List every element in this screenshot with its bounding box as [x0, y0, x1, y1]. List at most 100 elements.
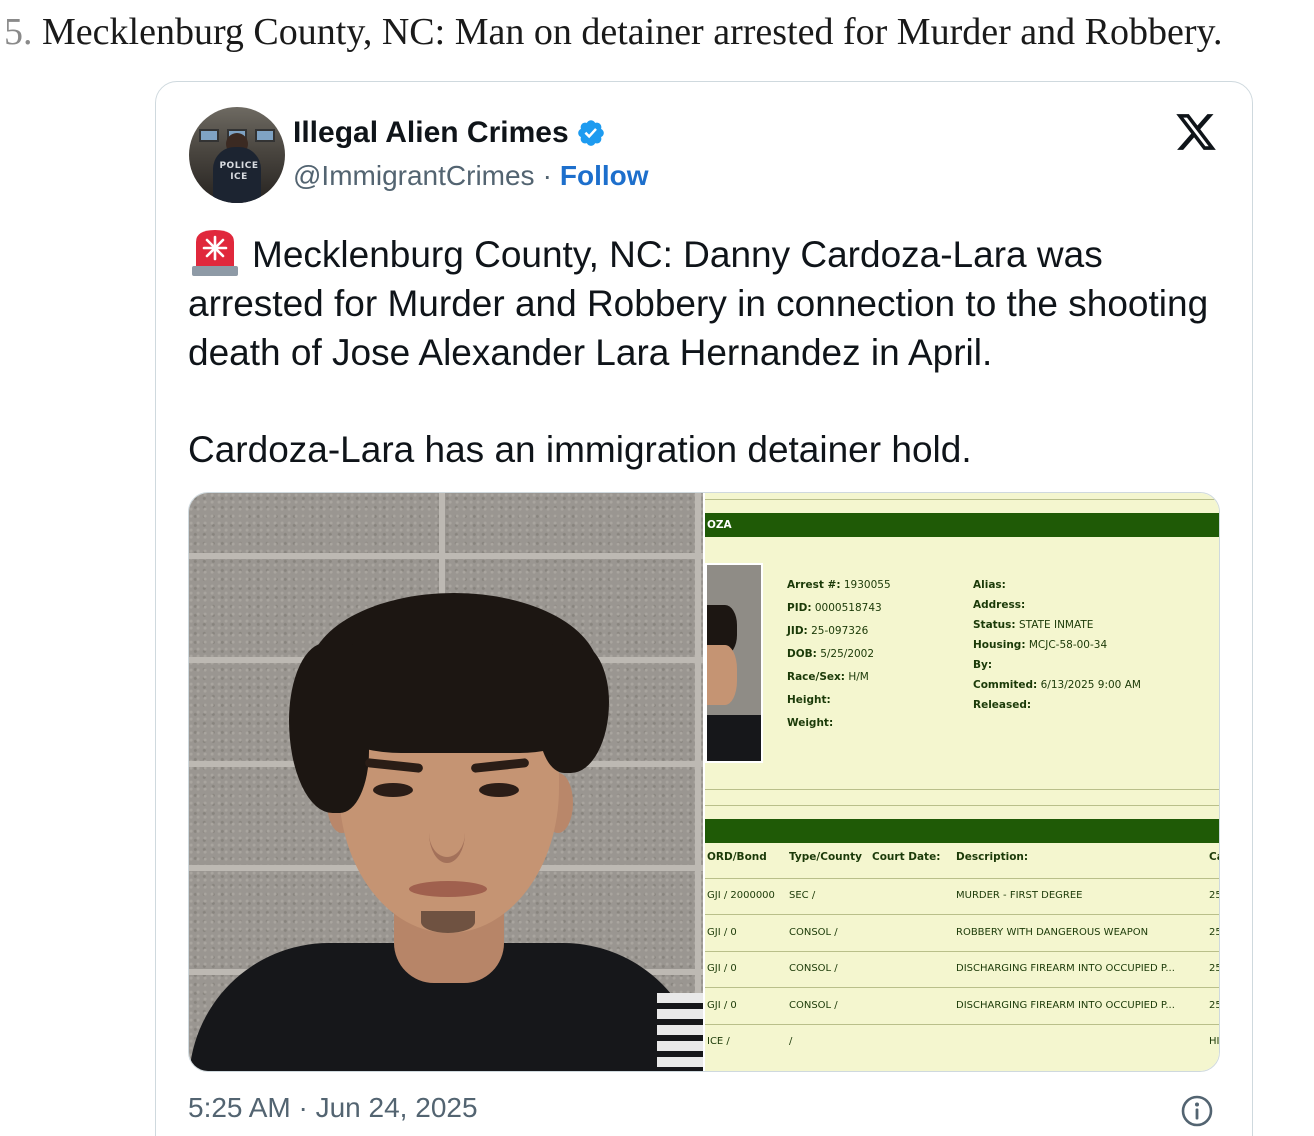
field-label: Height:: [787, 694, 831, 706]
table-row-divider: [705, 1024, 1219, 1025]
cell-case: 25: [1209, 890, 1219, 901]
field-label: JID:: [787, 625, 808, 637]
cell-bond: GJI / 2000000: [707, 890, 775, 901]
col-header-case[interactable]: Ca: [1209, 851, 1219, 863]
field-value: H/M: [848, 671, 869, 683]
charges-bar: [705, 819, 1219, 843]
col-header-type[interactable]: Type/County: [789, 851, 862, 863]
cell-bond: GJI / 0: [707, 927, 737, 938]
mugshot-nose: [429, 803, 465, 863]
field-released: Released:: [973, 699, 1141, 719]
follow-link[interactable]: Follow: [560, 160, 649, 192]
col-header-court-date[interactable]: Court Date:: [872, 851, 940, 863]
cell-case: 25: [1209, 963, 1219, 974]
field-label: Released:: [973, 699, 1032, 711]
field-dob: DOB: 5/25/2002: [787, 648, 891, 671]
article-item-heading: 5. Mecklenburg County, NC: Man on detain…: [4, 8, 1310, 56]
table-row: GJI / 0 CONSOL / DISCHARGING FIREARM INT…: [705, 1000, 1219, 1020]
verified-badge-icon: [577, 120, 604, 146]
col-header-bond[interactable]: ORD/Bond: [707, 851, 767, 863]
cell-type: CONSOL /: [789, 927, 838, 938]
field-committed: Commited: 6/13/2025 9:00 AM: [973, 679, 1141, 699]
tweet-timestamp[interactable]: 5:25 AM · Jun 24, 2025: [188, 1092, 478, 1124]
mugshot-shirt-print: [657, 993, 703, 1071]
author-handle[interactable]: @ImmigrantCrimes: [293, 160, 535, 192]
separator-dot: ·: [542, 160, 552, 191]
col-header-description[interactable]: Description:: [956, 851, 1028, 863]
x-logo-icon[interactable]: [1173, 110, 1219, 154]
tweet-paragraph-1-text: Mecklenburg County, NC: Danny Cardoza-La…: [188, 234, 1209, 373]
tweet-text: Mecklenburg County, NC: Danny Cardoza-La…: [188, 228, 1228, 522]
info-icon[interactable]: [1181, 1095, 1213, 1127]
field-arrest-number: Arrest #: 1930055: [787, 579, 891, 602]
avatar[interactable]: POLICE ICE: [189, 107, 285, 203]
author-name-row: Illegal Alien Crimes: [293, 115, 606, 151]
field-by: By:: [973, 659, 1141, 679]
field-label: Arrest #:: [787, 579, 841, 591]
cell-case: 25: [1209, 1000, 1219, 1011]
field-value: 6/13/2025 9:00 AM: [1040, 679, 1141, 691]
cell-description: DISCHARGING FIREARM INTO OCCUPIED P...: [956, 1000, 1175, 1011]
cell-description: ROBBERY WITH DANGEROUS WEAPON: [956, 927, 1149, 938]
item-number: 5.: [4, 11, 33, 53]
mugshot-mouth: [409, 881, 487, 897]
mugshot-beard: [421, 911, 475, 933]
cell-type: CONSOL /: [789, 963, 838, 974]
field-address: Address:: [973, 599, 1141, 619]
field-race-sex: Race/Sex: H/M: [787, 671, 891, 694]
record-photo-shirt: [707, 715, 761, 761]
table-row: GJI / 0 CONSOL / ROBBERY WITH DANGEROUS …: [705, 927, 1219, 947]
field-label: By:: [973, 659, 993, 671]
field-value: 5/25/2002: [820, 648, 875, 660]
field-label: Commited:: [973, 679, 1038, 691]
field-label: Housing:: [973, 639, 1026, 651]
record-divider: [705, 499, 1219, 500]
arrest-record-screenshot[interactable]: OZA Arrest #: 1930055 PID: 0000518743 JI…: [705, 493, 1220, 1071]
cell-description: DISCHARGING FIREARM INTO OCCUPIED P...: [956, 963, 1175, 974]
tweet-media[interactable]: OZA Arrest #: 1930055 PID: 0000518743 JI…: [188, 492, 1220, 1072]
field-label: Weight:: [787, 717, 834, 729]
display-name[interactable]: Illegal Alien Crimes: [293, 116, 569, 150]
field-status: Status: STATE INMATE: [973, 619, 1141, 639]
record-name-bar: OZA: [705, 513, 1219, 537]
field-height: Height:: [787, 694, 891, 717]
item-heading-text: Mecklenburg County, NC: Man on detainer …: [42, 11, 1223, 53]
field-value: MCJC-58-00-34: [1028, 639, 1108, 651]
field-jid: JID: 25-097326: [787, 625, 891, 648]
cell-bond: GJI / 0: [707, 1000, 737, 1011]
field-value: STATE INMATE: [1018, 619, 1094, 631]
field-label: Race/Sex:: [787, 671, 846, 683]
siren-emoji-icon: [192, 230, 238, 276]
field-value: 25-097326: [811, 625, 869, 637]
field-pid: PID: 0000518743: [787, 602, 891, 625]
field-value: 1930055: [843, 579, 891, 591]
field-label: Alias:: [973, 579, 1006, 591]
table-row-divider: [705, 878, 1219, 879]
avatar-patch-line2: ICE: [230, 172, 248, 182]
mugshot-photo[interactable]: [189, 493, 703, 1071]
author-handle-row: @ImmigrantCrimes · Follow: [293, 158, 649, 194]
field-label: Status:: [973, 619, 1016, 631]
record-left-fields: Arrest #: 1930055 PID: 0000518743 JID: 2…: [787, 579, 891, 740]
embedded-tweet-card[interactable]: POLICE ICE Illegal Alien Crimes @Immigran…: [155, 81, 1253, 1136]
record-divider: [705, 789, 1219, 790]
record-photo: [705, 563, 763, 763]
cell-description: MURDER - FIRST DEGREE: [956, 890, 1083, 901]
field-label: PID:: [787, 602, 812, 614]
table-row: GJI / 0 CONSOL / DISCHARGING FIREARM INT…: [705, 963, 1219, 983]
mugshot-eye: [479, 783, 519, 797]
cell-type: CONSOL /: [789, 1000, 838, 1011]
cell-type: /: [789, 1036, 793, 1047]
cell-bond: ICE /: [707, 1036, 730, 1047]
avatar-monitor: [199, 129, 219, 142]
avatar-monitor: [255, 129, 275, 142]
table-row-divider: [705, 951, 1219, 952]
cell-type: SEC /: [789, 890, 816, 901]
record-divider: [705, 805, 1219, 806]
field-label: Address:: [973, 599, 1026, 611]
field-alias: Alias:: [973, 579, 1141, 599]
mugshot-hair: [289, 643, 369, 813]
charges-table-header: ORD/Bond Type/County Court Date: Descrip…: [705, 851, 1219, 871]
cell-case: HI: [1209, 1036, 1220, 1047]
field-value: 0000518743: [814, 602, 882, 614]
